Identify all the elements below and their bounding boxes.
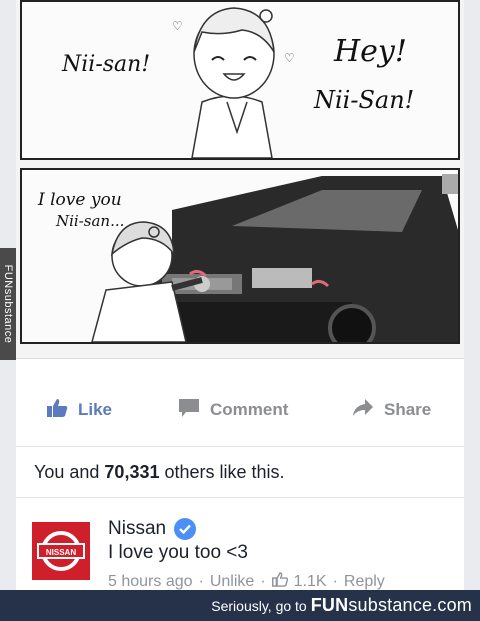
footer-text: Seriously, go to (211, 597, 307, 614)
share-label: Share (384, 400, 432, 419)
comment-like-thumb-icon (271, 572, 288, 592)
nissan-logo-avatar[interactable]: NISSAN (32, 522, 90, 580)
speech-left: Nii-san! (62, 52, 151, 77)
site-footer-banner: Seriously, go to FUNsubstance.com (0, 590, 480, 621)
comment-meta: 5 hours ago · Unlike · 1.1K · Reply (108, 572, 385, 592)
comic-panel-bottom: I love you Nii-san... (20, 168, 460, 344)
comment: NISSAN Nissan I love you too <3 5 hours … (16, 506, 464, 592)
share-button[interactable]: Share (352, 386, 431, 434)
svg-text:♡: ♡ (284, 51, 295, 65)
speech-line1: I love you (38, 190, 122, 210)
comment-button[interactable]: Comment (178, 386, 288, 434)
comment-author-row: Nissan (108, 518, 197, 540)
action-bar: Like Comment Share (16, 386, 464, 434)
speech-line2: Nii-san... (56, 212, 125, 230)
speech-right-line2: Nii-San! (314, 86, 415, 114)
like-label: Like (78, 400, 113, 419)
girl-drawing: ♡ ♡ (172, 7, 295, 159)
meta-separator: · (332, 573, 338, 590)
reply-link[interactable]: Reply (344, 573, 385, 591)
comment-label: Comment (210, 400, 289, 419)
like-button[interactable]: Like (46, 386, 112, 434)
share-arrow-icon (352, 398, 374, 423)
meta-separator: · (198, 573, 204, 590)
comic-image: ♡ ♡ Nii-san! Hey! Nii-San! I love you Ni (16, 0, 464, 359)
footer-brand-rest: substance.com (348, 595, 472, 615)
likes-prefix: You and (34, 461, 100, 482)
footer-brand[interactable]: FUNsubstance.com (311, 595, 472, 616)
speech-right-line1: Hey! (334, 34, 407, 69)
comment-bubble-icon (178, 398, 200, 423)
thumbs-up-icon (46, 398, 68, 423)
watermark-text: FUNsubstance (2, 264, 14, 344)
meta-separator: · (260, 573, 266, 590)
watermark-tab: FUNsubstance (0, 248, 16, 360)
comic-panel-top: ♡ ♡ Nii-san! Hey! Nii-San! (20, 0, 460, 160)
likes-summary[interactable]: You and 70,331 others like this. (16, 446, 464, 498)
unlike-link[interactable]: Unlike (210, 573, 254, 591)
svg-text:♡: ♡ (172, 19, 183, 33)
footer-brand-bold: FUN (310, 595, 349, 615)
likes-count: 70,331 (104, 461, 160, 482)
comment-timestamp[interactable]: 5 hours ago (108, 573, 193, 591)
comment-author[interactable]: Nissan (108, 518, 166, 540)
nissan-logo-text: NISSAN (46, 548, 76, 557)
likes-suffix: others like this. (164, 461, 285, 482)
comment-text: I love you too <3 (108, 542, 248, 563)
comment-like-count[interactable]: 1.1K (294, 573, 327, 591)
verified-badge-icon (174, 518, 197, 540)
